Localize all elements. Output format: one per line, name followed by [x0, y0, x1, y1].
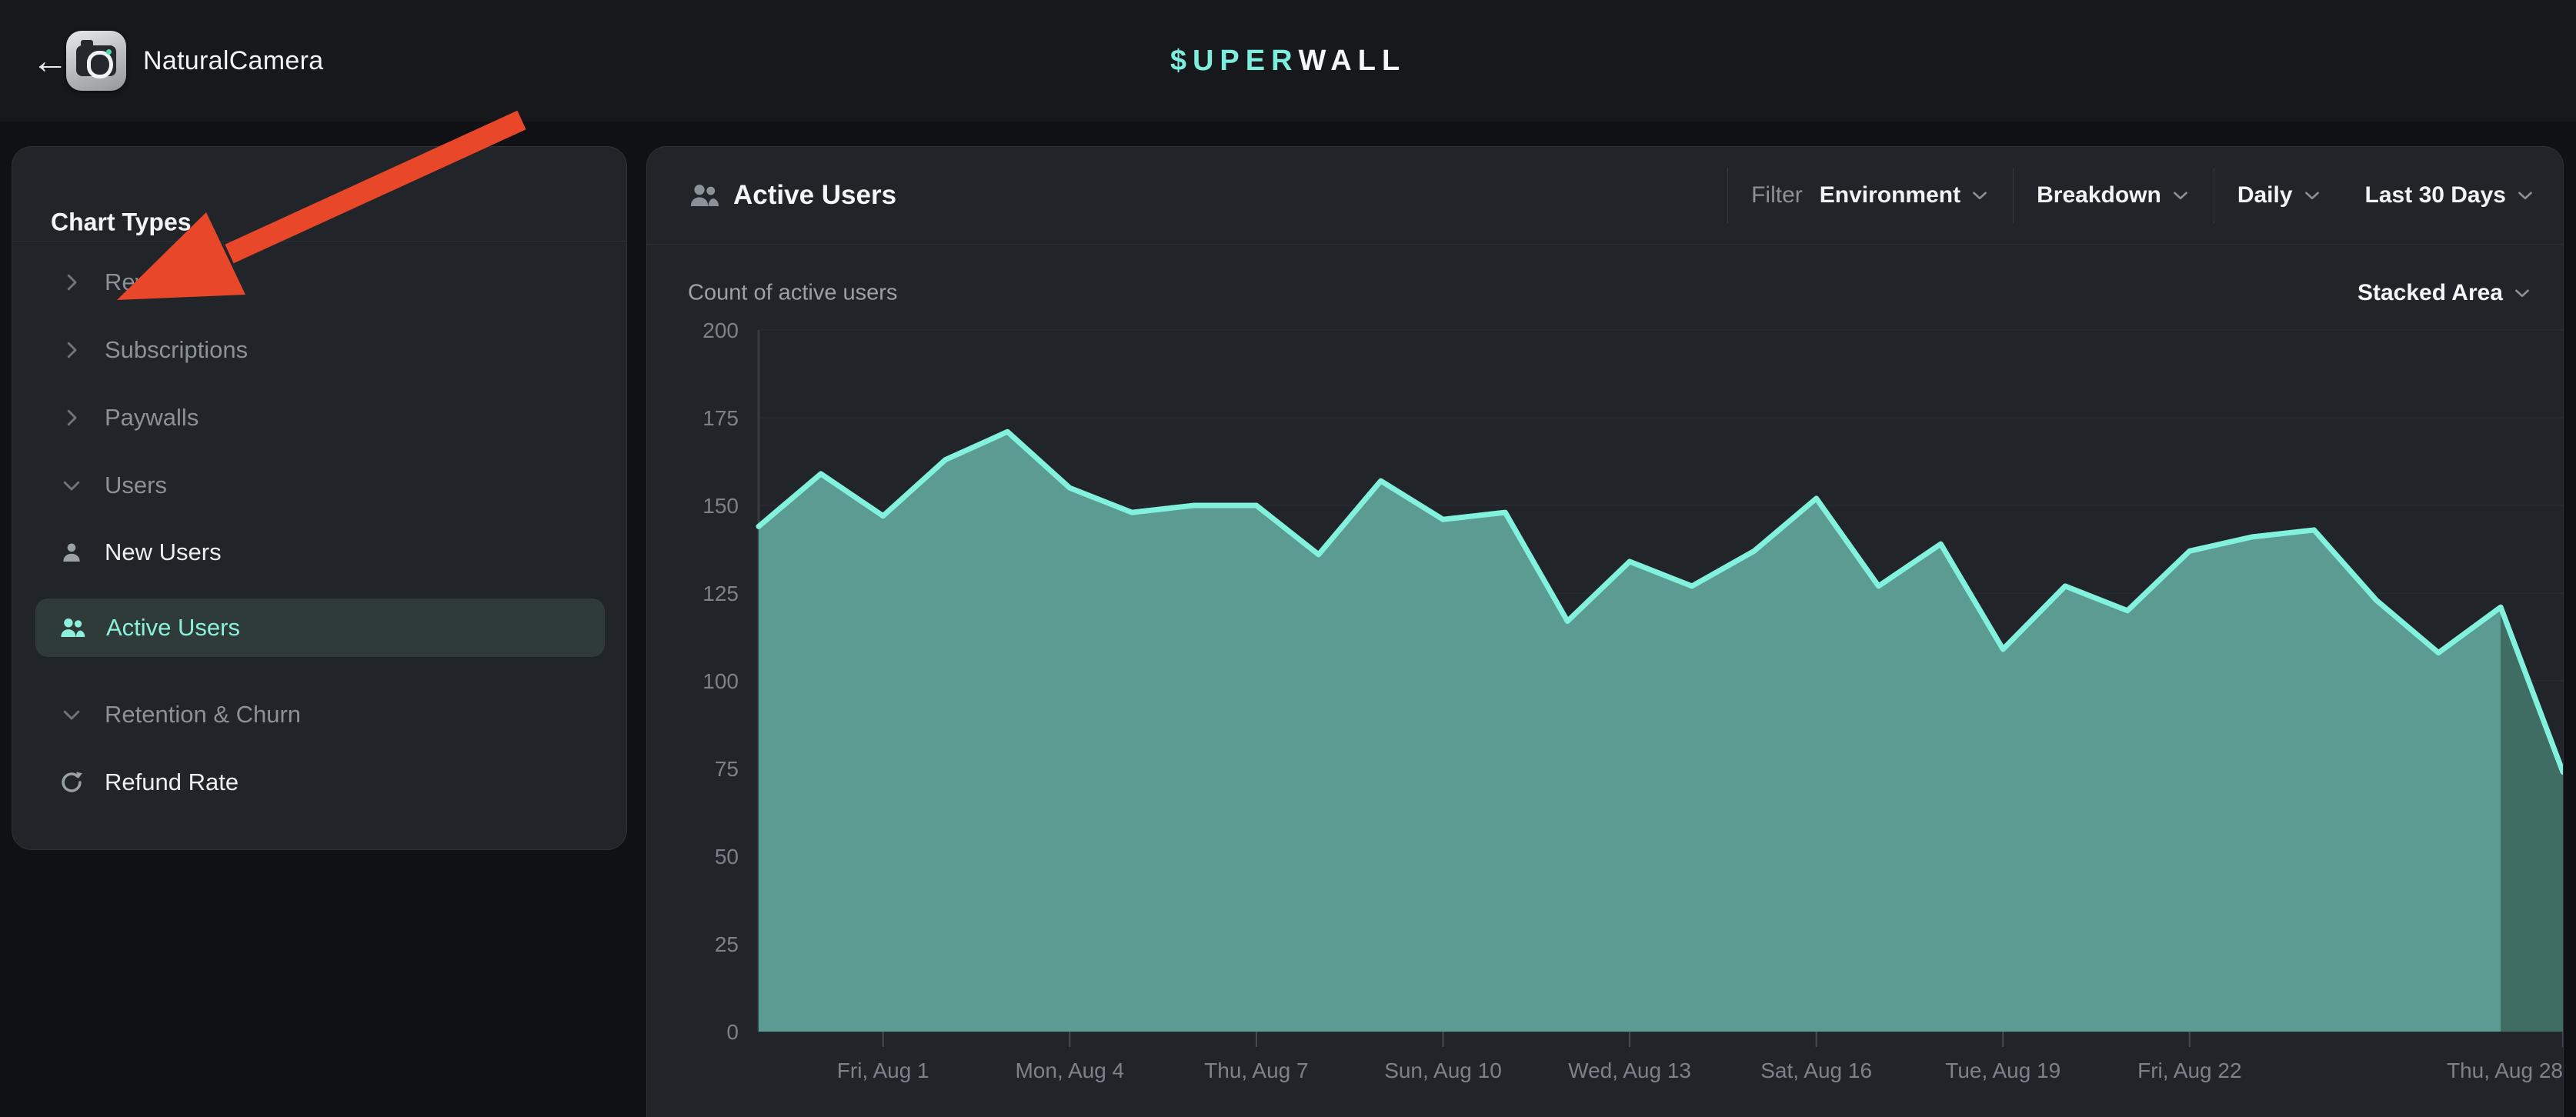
sidebar-item-active-users[interactable]: Active Users: [35, 599, 605, 657]
refresh-icon: [58, 769, 85, 795]
chevron-down-icon: [2302, 185, 2322, 205]
svg-text:Thu, Aug 7: Thu, Aug 7: [1204, 1059, 1308, 1082]
chevron-down-icon: [2171, 185, 2191, 205]
chart-subtitle: Count of active users: [688, 281, 897, 306]
chevron-right-icon: [58, 269, 85, 295]
sidebar-item-subscriptions[interactable]: Subscriptions: [12, 316, 626, 384]
divider: [647, 244, 2563, 245]
sidebar-item-label: Retention & Churn: [105, 701, 301, 729]
svg-text:75: 75: [715, 757, 739, 781]
sidebar-item-label: Subscriptions: [105, 336, 248, 364]
sidebar-item-label: New Users: [105, 538, 222, 566]
sidebar-item-label: Revenue: [105, 268, 200, 296]
svg-text:150: 150: [702, 494, 739, 518]
svg-text:50: 50: [715, 845, 739, 869]
page: { "topbar": { "app_name": "NaturalCamera…: [0, 0, 2576, 1112]
sidebar-item-retention-churn[interactable]: Retention & Churn: [12, 681, 626, 749]
chevron-down-icon: [2515, 185, 2535, 205]
topbar: ← NaturalCamera $UPERWALL: [0, 0, 2576, 122]
area-chart-svg: 0 25 50 75 100 125 150 175 200 Fri, Aug 1 Mon, Aug…: [682, 321, 2563, 1090]
svg-text:Fri, Aug 22: Fri, Aug 22: [2137, 1059, 2241, 1082]
svg-text:Tue, Aug 19: Tue, Aug 19: [1945, 1059, 2060, 1082]
active-users-panel: Active Users Filter Environment Breakdow…: [646, 146, 2564, 1117]
sidebar-item-label: Users: [105, 472, 167, 499]
sidebar-title: Chart Types: [51, 208, 192, 237]
chevron-down-icon: [2512, 283, 2532, 303]
svg-text:100: 100: [702, 669, 739, 693]
sidebar-item-revenue[interactable]: Revenue: [12, 248, 626, 316]
panel-header: Active Users Filter Environment Breakdow…: [647, 147, 2563, 244]
interval-dropdown[interactable]: Daily: [2237, 182, 2322, 208]
svg-text:175: 175: [702, 406, 739, 430]
svg-text:Wed, Aug 13: Wed, Aug 13: [1568, 1059, 1691, 1082]
svg-text:Thu, Aug 28: Thu, Aug 28: [2447, 1059, 2563, 1082]
svg-text:125: 125: [702, 582, 739, 605]
filter-label: Filter: [1751, 182, 1803, 208]
svg-text:0: 0: [726, 1020, 739, 1044]
divider: [1727, 168, 1728, 223]
panel-title: Active Users: [733, 180, 896, 211]
person-icon: [58, 539, 85, 565]
svg-text:25: 25: [715, 932, 739, 956]
logo-suffix: WALL: [1299, 45, 1406, 78]
people-icon: [58, 614, 86, 642]
breakdown-dropdown[interactable]: Breakdown: [2037, 182, 2191, 208]
divider: [12, 241, 626, 242]
environment-dropdown[interactable]: Environment: [1820, 182, 1990, 208]
logo-prefix: $UPER: [1170, 45, 1299, 78]
people-icon: [688, 179, 720, 212]
sidebar-item-new-users[interactable]: New Users: [12, 518, 626, 586]
chevron-down-icon: [58, 472, 85, 498]
chevron-right-icon: [58, 405, 85, 431]
area-chart: 0 25 50 75 100 125 150 175 200 Fri, Aug 1 Mon, Aug…: [682, 321, 2563, 1090]
svg-text:Sun, Aug 10: Sun, Aug 10: [1384, 1059, 1502, 1082]
svg-text:Sat, Aug 16: Sat, Aug 16: [1760, 1059, 1872, 1082]
chart-type-dropdown[interactable]: Stacked Area: [2357, 280, 2532, 306]
divider: [2013, 168, 2014, 223]
chart-types-sidebar: Chart Types Revenue Subscriptions Paywal…: [12, 146, 627, 850]
chart-controls: Filter Environment Breakdown Daily: [1704, 147, 2535, 244]
svg-text:Mon, Aug 4: Mon, Aug 4: [1015, 1059, 1124, 1082]
chevron-down-icon: [58, 702, 85, 728]
sidebar-item-users[interactable]: Users: [12, 452, 626, 519]
sidebar-item-label: Paywalls: [105, 404, 199, 432]
date-range-dropdown[interactable]: Last 30 Days: [2365, 182, 2535, 208]
svg-text:Fri, Aug 1: Fri, Aug 1: [837, 1059, 929, 1082]
chevron-down-icon: [1970, 185, 1990, 205]
sidebar-item-label: Refund Rate: [105, 769, 239, 796]
svg-text:200: 200: [702, 321, 739, 342]
sidebar-item-paywalls[interactable]: Paywalls: [12, 384, 626, 452]
superwall-logo: $UPERWALL: [0, 0, 2576, 122]
sidebar-item-refund-rate[interactable]: Refund Rate: [12, 749, 626, 816]
chevron-right-icon: [58, 337, 85, 363]
sidebar-item-label: Active Users: [106, 614, 240, 642]
